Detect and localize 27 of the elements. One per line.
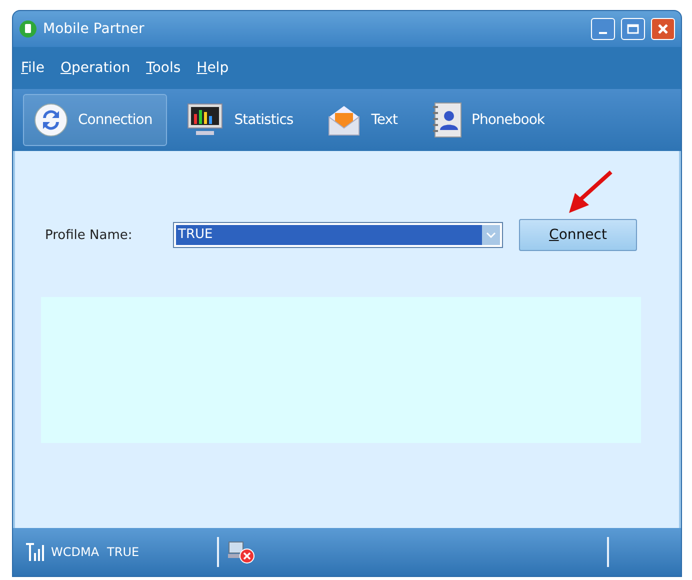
disconnected-computer-icon	[227, 540, 256, 564]
maximize-icon	[627, 24, 639, 34]
minimize-button[interactable]	[591, 18, 615, 40]
toolbar-tab[interactable]: Connection	[23, 94, 168, 146]
menu-item[interactable]: File	[21, 60, 44, 76]
connect-button[interactable]: Connect	[519, 219, 637, 251]
window-title: Mobile Partner	[43, 21, 146, 37]
minimize-icon	[599, 32, 607, 34]
menu-item[interactable]: Tools	[146, 60, 181, 76]
menu-item[interactable]: Help	[196, 60, 229, 76]
toolbar-tab[interactable]: Text	[316, 94, 413, 146]
maximize-button[interactable]	[621, 18, 645, 40]
toolbar-tab[interactable]: Phonebook	[420, 94, 560, 146]
operator-name: TRUE	[107, 545, 140, 559]
close-button[interactable]	[651, 18, 675, 40]
network-type: WCDMA	[51, 545, 100, 559]
menu-item[interactable]: Operation	[60, 60, 130, 76]
address-book-icon	[432, 102, 462, 138]
app-logo-icon	[19, 20, 37, 38]
monitor-chart-icon	[186, 102, 224, 138]
sync-icon	[34, 103, 68, 137]
toolbar-tab[interactable]: Statistics	[175, 94, 308, 146]
profile-dropdown[interactable]: TRUE	[173, 222, 503, 248]
close-icon	[657, 23, 669, 35]
signal-icon	[25, 542, 47, 562]
envelope-icon	[327, 103, 362, 137]
field-label: Profile Name:	[45, 228, 134, 242]
